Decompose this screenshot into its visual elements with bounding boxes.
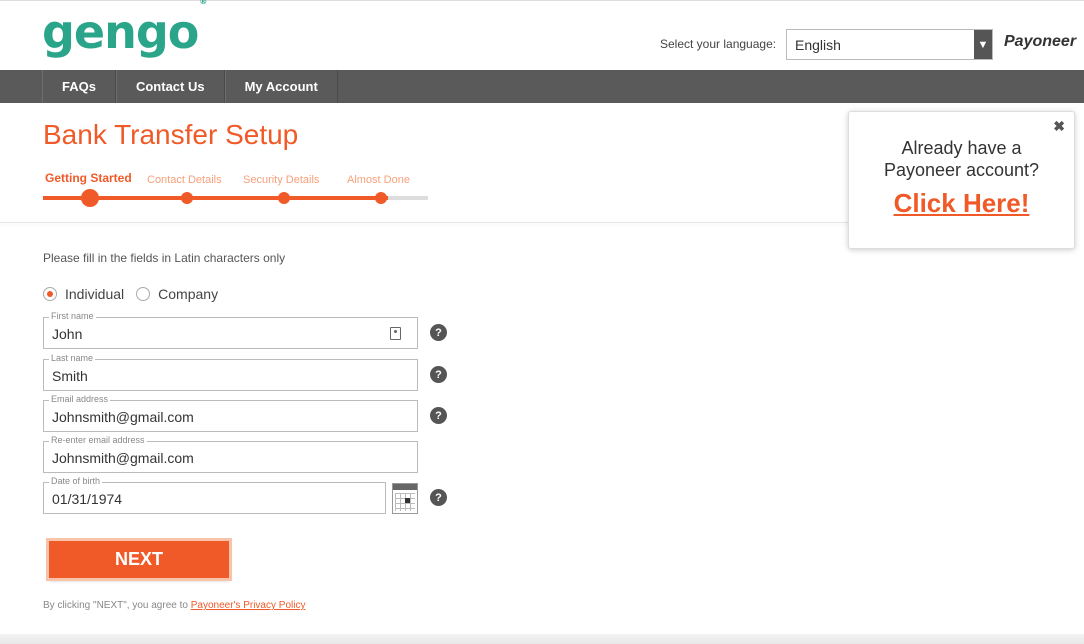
last-name-field[interactable]: Last name Smith bbox=[43, 353, 418, 391]
language-label: Select your language: bbox=[660, 37, 777, 51]
individual-label[interactable]: Individual bbox=[65, 286, 124, 302]
email-label: Email address bbox=[49, 394, 111, 404]
dob-value: 01/31/1974 bbox=[52, 491, 123, 507]
site-header: gengo® Select your language: English ▼ P… bbox=[0, 0, 1084, 70]
individual-radio[interactable] bbox=[43, 287, 57, 301]
gengo-logo[interactable]: gengo® bbox=[42, 0, 207, 59]
next-button[interactable]: NEXT bbox=[49, 541, 229, 578]
reenter-email-value: Johnsmith@gmail.com bbox=[52, 450, 194, 466]
email-value: Johnsmith@gmail.com bbox=[52, 409, 194, 425]
last-name-label: Last name bbox=[49, 353, 96, 363]
calendar-icon[interactable] bbox=[392, 483, 418, 514]
reenter-email-field[interactable]: Re-enter email address Johnsmith@gmail.c… bbox=[43, 435, 418, 473]
step-security-details: Security Details bbox=[243, 174, 320, 186]
nav-item-contact-us[interactable]: Contact Us bbox=[115, 70, 225, 103]
divider bbox=[0, 222, 850, 223]
step-dot-2 bbox=[181, 192, 193, 204]
email-field[interactable]: Email address Johnsmith@gmail.com bbox=[43, 394, 418, 432]
step-almost-done: Almost Done bbox=[347, 174, 410, 186]
date-of-birth-field[interactable]: Date of birth 01/31/1974 bbox=[43, 476, 386, 514]
privacy-policy-link[interactable]: Payoneer's Privacy Policy bbox=[191, 600, 306, 611]
company-label[interactable]: Company bbox=[158, 286, 218, 302]
help-icon[interactable]: ? bbox=[430, 366, 447, 383]
help-icon[interactable]: ? bbox=[430, 489, 447, 506]
popup-line-2: Payoneer account? bbox=[883, 160, 1040, 180]
step-dot-3 bbox=[278, 192, 290, 204]
progress-steps: Getting Started Contact Details Security… bbox=[43, 170, 433, 210]
footer-shadow bbox=[0, 634, 1084, 644]
reenter-email-label: Re-enter email address bbox=[49, 435, 147, 445]
chevron-down-icon: ▼ bbox=[974, 30, 992, 59]
company-radio[interactable] bbox=[136, 287, 151, 301]
nav-item-faqs[interactable]: FAQs bbox=[42, 70, 116, 103]
first-name-field[interactable]: First name John bbox=[43, 311, 418, 349]
step-getting-started: Getting Started bbox=[45, 171, 132, 185]
popup-line-1: Already have a bbox=[901, 138, 1022, 158]
language-value: English bbox=[795, 37, 841, 53]
first-name-value: John bbox=[52, 326, 83, 342]
step-dot-1 bbox=[81, 189, 99, 207]
logo-text: gengo bbox=[42, 5, 199, 59]
account-type-radio-group: Individual Company bbox=[43, 286, 230, 302]
payoneer-logo: Payoneer bbox=[1004, 33, 1077, 50]
help-icon[interactable]: ? bbox=[430, 324, 447, 341]
step-dot-4 bbox=[375, 192, 387, 204]
click-here-link[interactable]: Click Here! bbox=[849, 188, 1074, 219]
help-icon[interactable]: ? bbox=[430, 407, 447, 424]
form-instructions: Please fill in the fields in Latin chara… bbox=[43, 251, 286, 265]
page-title: Bank Transfer Setup bbox=[43, 119, 299, 150]
main-nav: FAQs Contact Us My Account bbox=[0, 70, 1084, 103]
first-name-label: First name bbox=[49, 311, 96, 321]
step-contact-details: Contact Details bbox=[147, 174, 222, 186]
payoneer-account-popup: ✖ Already have a Payoneer account? Click… bbox=[848, 111, 1075, 249]
dob-label: Date of birth bbox=[49, 476, 103, 486]
legal-prefix: By clicking "NEXT", you agree to bbox=[43, 600, 191, 611]
close-icon[interactable]: ✖ bbox=[1053, 118, 1065, 135]
last-name-value: Smith bbox=[52, 368, 88, 384]
contact-card-icon[interactable] bbox=[390, 327, 401, 340]
language-select[interactable]: English ▼ bbox=[786, 29, 993, 60]
legal-notice: By clicking "NEXT", you agree to Payonee… bbox=[43, 600, 305, 611]
nav-item-my-account[interactable]: My Account bbox=[224, 70, 338, 103]
popup-message: Already have a Payoneer account? bbox=[849, 137, 1074, 181]
registered-mark: ® bbox=[199, 0, 207, 6]
